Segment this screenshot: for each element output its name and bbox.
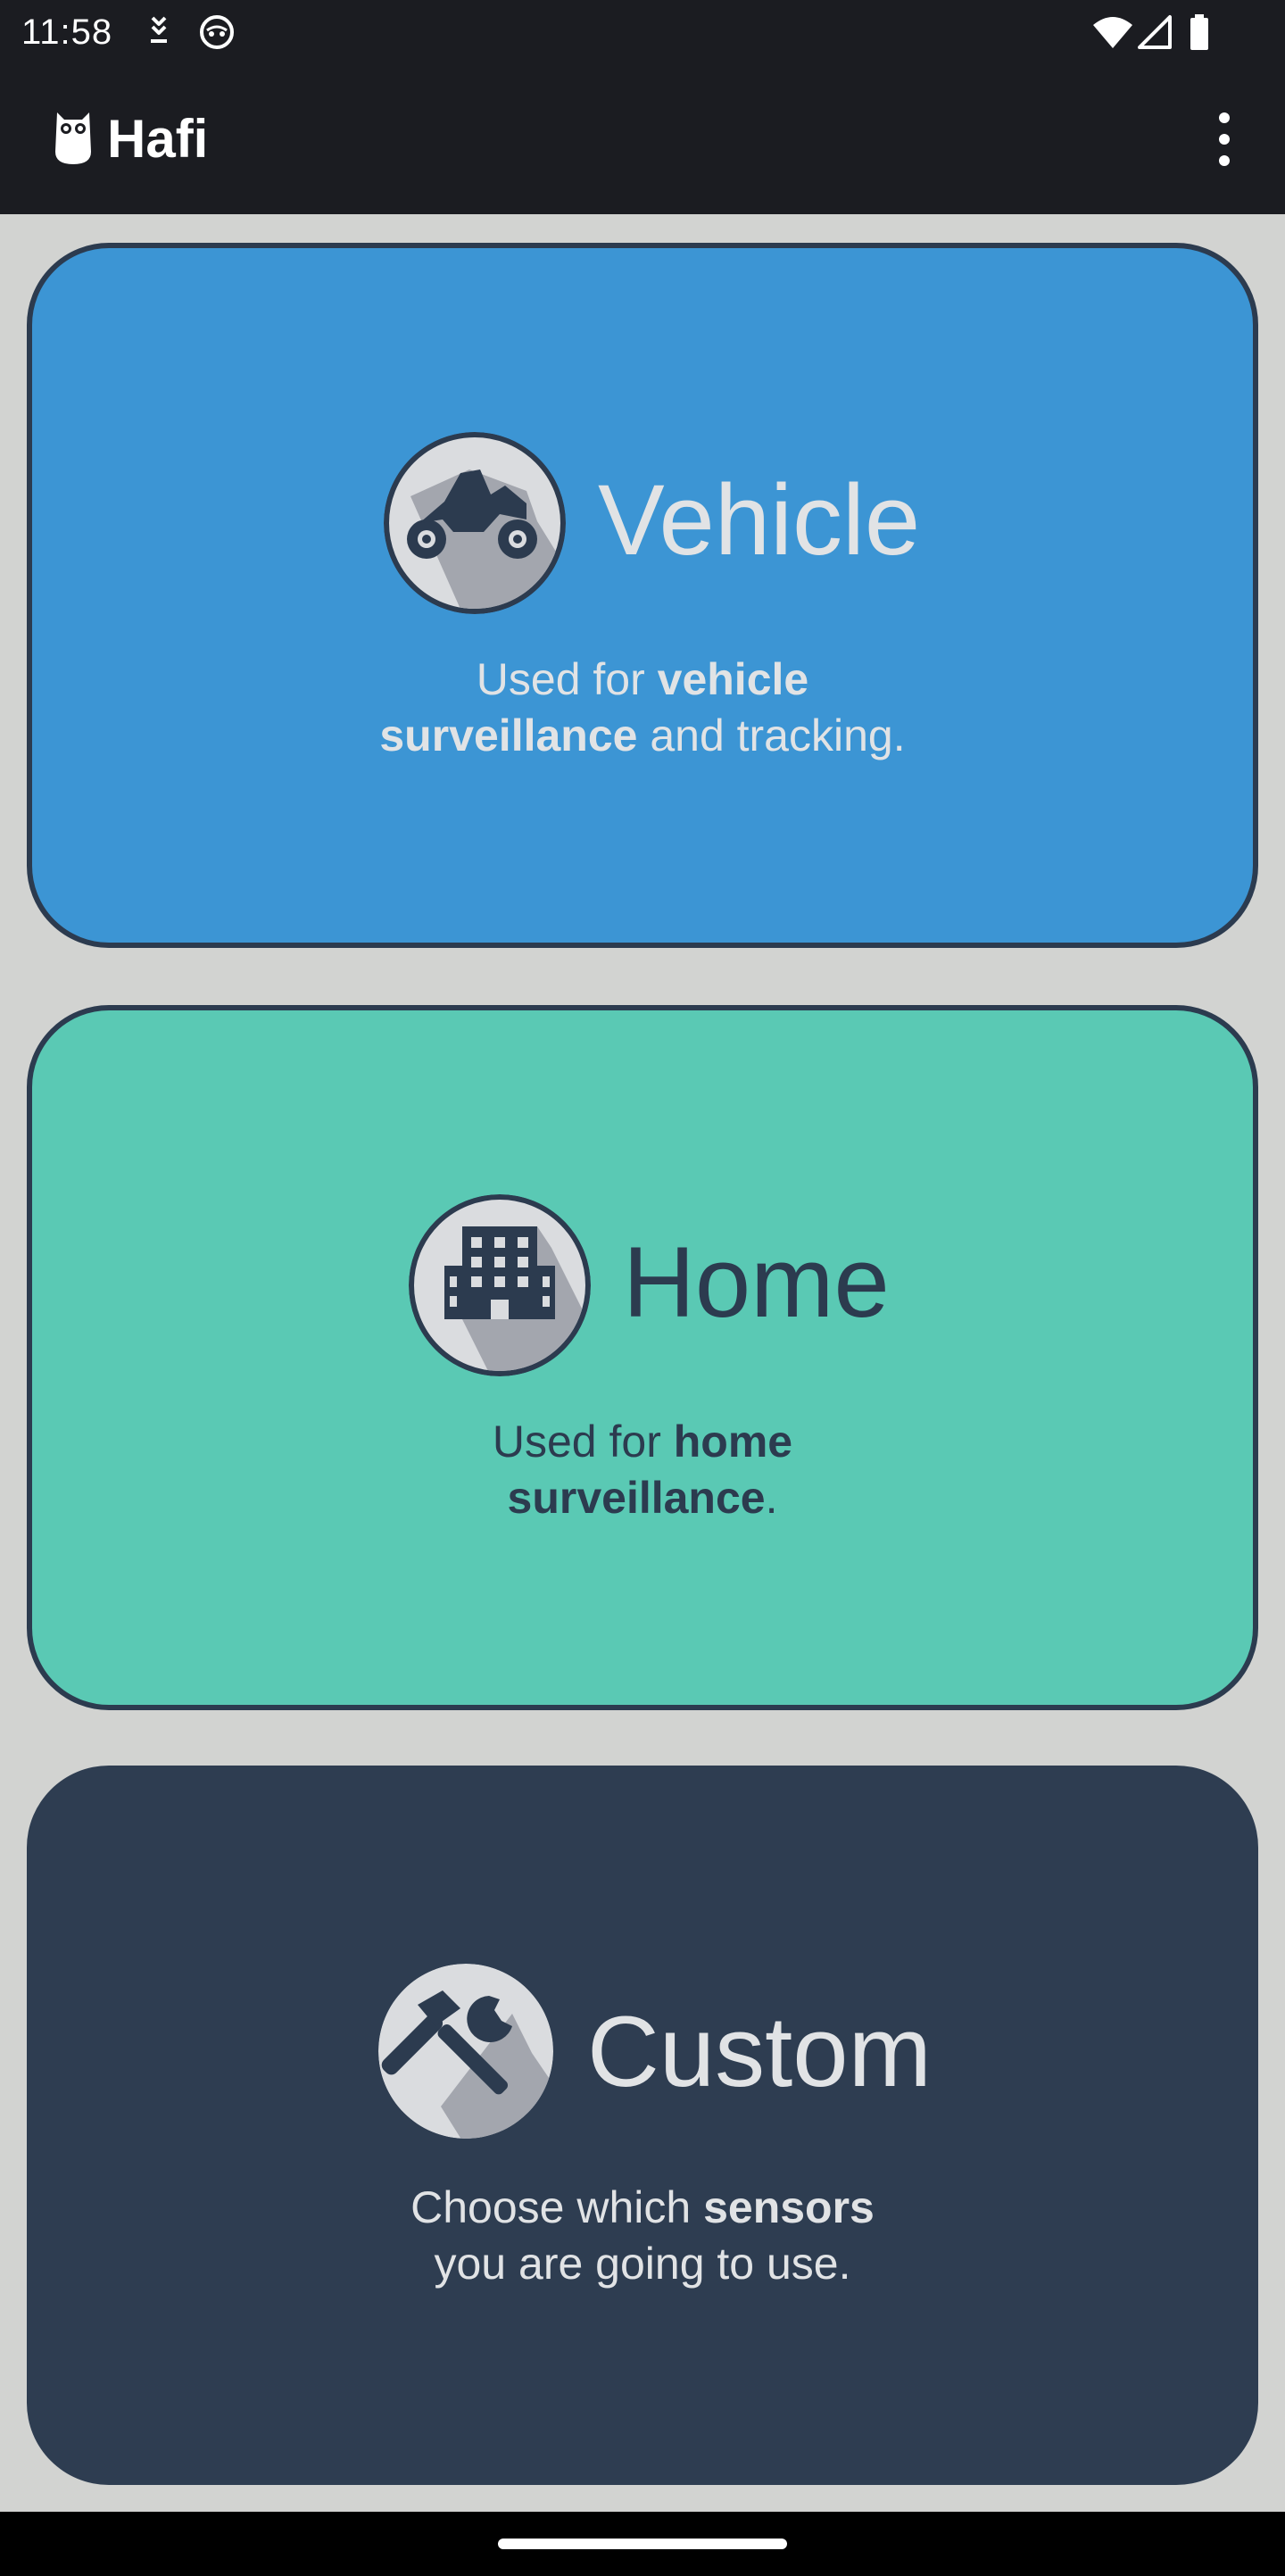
custom-card-description: Choose which sensors you are going to us… — [27, 2180, 1258, 2292]
download-notification-icon — [151, 16, 167, 43]
more-vert-icon[interactable] — [1203, 105, 1246, 173]
custom-desc-line-2: you are going to use. — [27, 2236, 1258, 2292]
battery-icon — [1190, 14, 1208, 50]
status-bar: 11:58 — [0, 0, 1285, 64]
home-mode-card[interactable]: Home Used for home surveillance. — [27, 1005, 1258, 1710]
cat-notification-icon — [200, 15, 234, 49]
home-gesture-handle[interactable] — [498, 2539, 787, 2549]
vehicle-card-description: Used for vehicle surveillance and tracki… — [32, 652, 1253, 764]
home-desc-line-2: surveillance. — [32, 1470, 1253, 1526]
custom-card-title: Custom — [587, 1996, 932, 2107]
vehicle-desc-line-2: surveillance and tracking. — [32, 708, 1253, 764]
home-card-title: Home — [623, 1226, 890, 1338]
motorcycle-icon — [384, 432, 566, 614]
app-title: Hafi — [107, 109, 209, 169]
custom-mode-card[interactable]: Custom Choose which sensors you are goin… — [27, 1766, 1258, 2485]
vehicle-mode-card[interactable]: Vehicle Used for vehicle surveillance an… — [27, 243, 1258, 948]
desc-text: and tracking. — [637, 710, 906, 760]
desc-text: you are going to use. — [434, 2239, 851, 2289]
cell-signal-icon — [1138, 15, 1172, 49]
vehicle-card-title: Vehicle — [598, 464, 921, 576]
tools-icon — [378, 1964, 553, 2139]
desc-text: Choose which — [410, 2182, 704, 2232]
desc-text: Used for — [492, 1417, 674, 1467]
desc-bold-text: sensors — [703, 2182, 875, 2232]
wifi-icon — [1093, 17, 1132, 48]
desc-bold-text: surveillance — [379, 710, 638, 760]
desc-bold-text: surveillance — [507, 1473, 766, 1523]
navigation-bar — [0, 2512, 1285, 2576]
desc-text: Used for — [476, 654, 658, 704]
owl-icon — [55, 112, 91, 164]
app-bar: Hafi — [0, 64, 1285, 214]
status-time: 11:58 — [21, 12, 113, 52]
home-desc-line-1: Used for home — [32, 1414, 1253, 1470]
home-card-description: Used for home surveillance. — [32, 1414, 1253, 1526]
desc-bold-text: vehicle — [657, 654, 809, 704]
custom-desc-line-1: Choose which sensors — [27, 2180, 1258, 2236]
vehicle-desc-line-1: Used for vehicle — [32, 652, 1253, 708]
desc-text: . — [765, 1473, 778, 1523]
building-icon — [409, 1194, 591, 1376]
desc-bold-text: home — [673, 1417, 793, 1467]
